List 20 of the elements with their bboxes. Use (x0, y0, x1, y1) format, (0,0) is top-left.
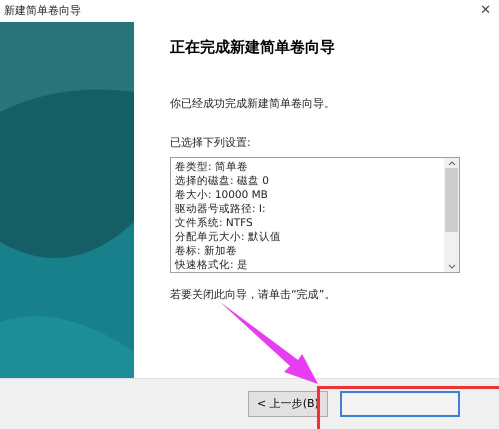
scrollbar[interactable] (444, 158, 459, 272)
setting-line: 卷类型: 简单卷 (175, 160, 249, 174)
setting-line: 文件系统: NTFS (175, 216, 254, 230)
setting-line: 卷大小: 10000 MB (175, 188, 269, 202)
setting-line: 快速格式化: 是 (175, 258, 249, 272)
success-message: 你已经成功完成新建简单卷向导。 (170, 96, 336, 112)
window-title: 新建简单卷向导 (4, 2, 81, 19)
scroll-up-icon[interactable] (448, 160, 456, 166)
setting-line: 驱动器号或路径: I: (175, 202, 267, 216)
settings-list[interactable]: 卷类型: 简单卷 选择的磁盘: 磁盘 0 卷大小: 10000 MB 驱动器号或路径: I: 文件系统: NTFS 分配单元大小: 默认值 卷标: 新加卷 快速格式化: 是 (170, 157, 460, 273)
setting-line: 选择的磁盘: 磁盘 0 (175, 174, 270, 188)
scroll-thumb[interactable] (445, 168, 458, 232)
setting-line: 卷标: 新加卷 (175, 244, 238, 258)
settings-label: 已选择下列设置: (170, 134, 252, 150)
finish-button[interactable] (340, 391, 460, 417)
close-hint: 若要关闭此向导，请单击“完成”。 (170, 287, 336, 303)
scroll-down-icon[interactable] (448, 264, 456, 270)
close-button[interactable]: ✕ (476, 1, 495, 21)
setting-line: 分配单元大小: 默认值 (175, 230, 282, 244)
wizard-heading: 正在完成新建简单卷向导 (170, 37, 336, 58)
